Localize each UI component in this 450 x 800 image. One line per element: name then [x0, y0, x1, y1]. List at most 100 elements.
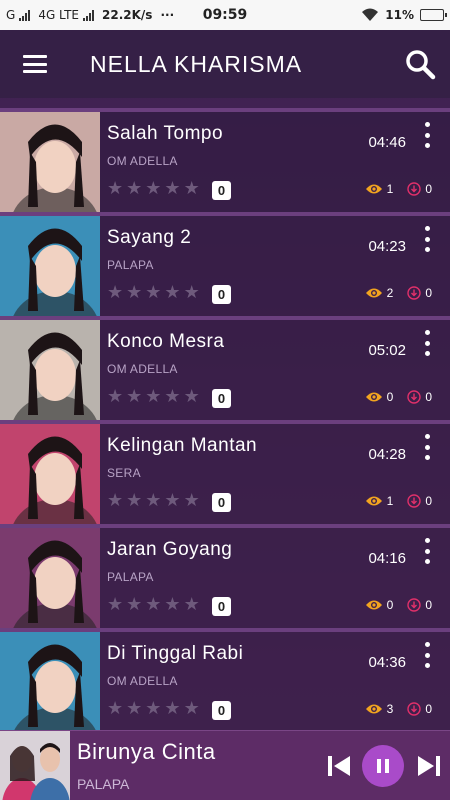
star-rating[interactable]: ★ ★ ★ ★ ★ [107, 492, 200, 510]
star-icon[interactable]: ★ [145, 700, 161, 718]
star-icon[interactable]: ★ [184, 180, 200, 198]
views-count: 1 [386, 182, 394, 196]
song-row[interactable]: Kelingan Mantan SERA 04:28 ★ ★ ★ ★ ★ 0 1… [0, 420, 450, 524]
downloads-count: 0 [425, 390, 432, 404]
star-icon[interactable]: ★ [164, 492, 180, 510]
album-thumbnail [0, 528, 100, 628]
star-rating[interactable]: ★ ★ ★ ★ ★ [107, 180, 200, 198]
song-artist: PALAPA [107, 570, 154, 584]
star-icon[interactable]: ★ [126, 492, 142, 510]
song-title: Di Tinggal Rabi [107, 643, 244, 664]
star-rating[interactable]: ★ ★ ★ ★ ★ [107, 284, 200, 302]
song-title: Salah Tompo [107, 123, 224, 144]
song-artist: OM ADELLA [107, 362, 178, 376]
song-list: Salah Tompo OM ADELLA 04:46 ★ ★ ★ ★ ★ 0 … [0, 108, 450, 732]
rating-count-badge: 0 [212, 701, 231, 720]
star-icon[interactable]: ★ [145, 180, 161, 198]
song-duration: 04:46 [368, 134, 406, 151]
now-playing-title: Birunya Cinta [77, 739, 216, 764]
skip-next-icon[interactable] [412, 751, 446, 781]
notification-dots: ··· [160, 8, 175, 22]
song-row[interactable]: Konco Mesra OM ADELLA 05:02 ★ ★ ★ ★ ★ 0 … [0, 316, 450, 420]
more-options-icon[interactable] [420, 226, 434, 252]
now-playing-artist: PALAPA [77, 776, 130, 792]
more-options-icon[interactable] [420, 122, 434, 148]
star-icon[interactable]: ★ [126, 700, 142, 718]
star-icon[interactable]: ★ [145, 492, 161, 510]
song-row[interactable]: Sayang 2 PALAPA 04:23 ★ ★ ★ ★ ★ 0 2 0 [0, 212, 450, 316]
song-row[interactable]: Salah Tompo OM ADELLA 04:46 ★ ★ ★ ★ ★ 0 … [0, 108, 450, 212]
album-thumbnail [0, 320, 100, 420]
album-thumbnail [0, 424, 100, 524]
views-eye-icon [365, 496, 382, 506]
downloads-count: 0 [425, 598, 432, 612]
now-playing-bar[interactable]: Birunya Cinta PALAPA [0, 730, 450, 800]
download-icon [407, 286, 422, 300]
star-icon[interactable]: ★ [107, 596, 123, 614]
views-count: 1 [386, 494, 394, 508]
download-icon [407, 182, 422, 196]
song-row[interactable]: Di Tinggal Rabi OM ADELLA 04:36 ★ ★ ★ ★ … [0, 628, 450, 732]
rating-count-badge: 0 [212, 597, 231, 616]
song-title: Jaran Goyang [107, 539, 233, 560]
star-icon[interactable]: ★ [184, 388, 200, 406]
star-icon[interactable]: ★ [107, 492, 123, 510]
more-options-icon[interactable] [420, 642, 434, 668]
downloads-count: 0 [425, 286, 432, 300]
star-icon[interactable]: ★ [145, 388, 161, 406]
star-icon[interactable]: ★ [126, 284, 142, 302]
star-icon[interactable]: ★ [184, 492, 200, 510]
pause-button[interactable] [362, 745, 404, 787]
star-icon[interactable]: ★ [164, 388, 180, 406]
star-rating[interactable]: ★ ★ ★ ★ ★ [107, 596, 200, 614]
views-count: 3 [386, 702, 394, 716]
song-title: Sayang 2 [107, 227, 192, 248]
more-options-icon[interactable] [420, 538, 434, 564]
download-icon [407, 598, 422, 612]
star-icon[interactable]: ★ [184, 596, 200, 614]
views-eye-icon [365, 392, 382, 402]
song-duration: 04:23 [368, 238, 406, 255]
rating-count-badge: 0 [212, 285, 231, 304]
song-title: Kelingan Mantan [107, 435, 258, 456]
network-speed: 22.2K/s [102, 8, 153, 22]
song-artist: PALAPA [107, 258, 154, 272]
star-icon[interactable]: ★ [107, 388, 123, 406]
skip-previous-icon[interactable] [322, 751, 356, 781]
hamburger-menu-icon[interactable] [0, 30, 70, 98]
star-icon[interactable]: ★ [145, 596, 161, 614]
star-icon[interactable]: ★ [126, 180, 142, 198]
download-icon [407, 702, 422, 716]
star-icon[interactable]: ★ [164, 284, 180, 302]
song-title: Konco Mesra [107, 331, 225, 352]
star-icon[interactable]: ★ [164, 700, 180, 718]
star-icon[interactable]: ★ [107, 180, 123, 198]
more-options-icon[interactable] [420, 330, 434, 356]
song-duration: 04:28 [368, 446, 406, 463]
signal-icon-2 [83, 9, 95, 21]
star-icon[interactable]: ★ [145, 284, 161, 302]
battery-icon [420, 9, 447, 21]
star-icon[interactable]: ★ [126, 388, 142, 406]
download-icon [407, 390, 422, 404]
star-icon[interactable]: ★ [184, 700, 200, 718]
star-icon[interactable]: ★ [184, 284, 200, 302]
star-rating[interactable]: ★ ★ ★ ★ ★ [107, 388, 200, 406]
battery-percent: 11% [385, 8, 414, 22]
search-icon[interactable] [390, 30, 450, 98]
star-icon[interactable]: ★ [107, 700, 123, 718]
star-icon[interactable]: ★ [164, 180, 180, 198]
more-options-icon[interactable] [420, 434, 434, 460]
views-count: 0 [386, 390, 394, 404]
song-stats: 1 0 [365, 182, 432, 196]
song-duration: 05:02 [368, 342, 406, 359]
star-icon[interactable]: ★ [126, 596, 142, 614]
song-stats: 0 0 [365, 390, 432, 404]
star-icon[interactable]: ★ [164, 596, 180, 614]
star-rating[interactable]: ★ ★ ★ ★ ★ [107, 700, 200, 718]
album-thumbnail [0, 632, 100, 732]
song-duration: 04:36 [368, 654, 406, 671]
song-row[interactable]: Jaran Goyang PALAPA 04:16 ★ ★ ★ ★ ★ 0 0 … [0, 524, 450, 628]
star-icon[interactable]: ★ [107, 284, 123, 302]
song-artist: SERA [107, 466, 141, 480]
